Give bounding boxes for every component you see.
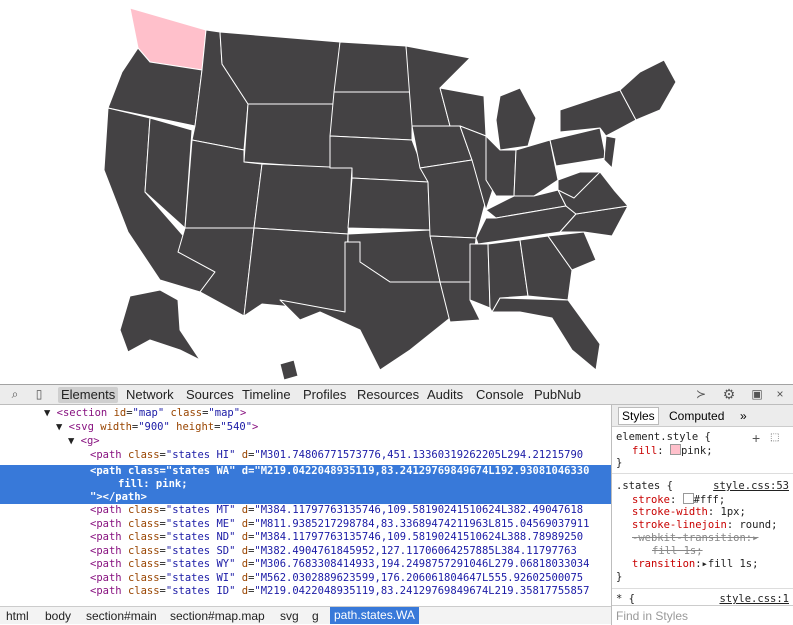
prop-transition[interactable]: transition:▸fill 1s; [632, 558, 758, 571]
ks-state[interactable] [347, 177, 431, 231]
white-swatch-icon[interactable] [682, 493, 694, 504]
dom-node-svg[interactable]: ▼ <svg width="900" height="540"> [0, 421, 611, 434]
ak-state[interactable] [119, 289, 201, 361]
tab-audits[interactable]: Audits [427, 387, 463, 403]
close-icon[interactable]: × [773, 387, 787, 401]
sd-state[interactable] [329, 91, 413, 141]
crumb-svg[interactable]: svg [280, 609, 299, 623]
crumb-section-map[interactable]: section#map.map [170, 609, 265, 623]
dom-node-path[interactable]: <path class="states ID" d="M219.04220489… [0, 585, 611, 598]
sidebar-tabs: Styles Computed » [612, 405, 793, 427]
states-group [103, 7, 677, 381]
dom-node-path[interactable]: <path class="states ME" d="M811.93852172… [0, 518, 611, 531]
co-state[interactable] [253, 163, 353, 235]
element-style-close: } [616, 457, 623, 469]
dom-node-g[interactable]: ▼ <g> [0, 435, 611, 448]
tab-styles[interactable]: Styles [618, 407, 659, 425]
wy-state[interactable] [243, 103, 335, 169]
fl-state[interactable] [491, 297, 601, 371]
us-map [0, 0, 793, 384]
execute-icon[interactable]: ≻ [694, 387, 708, 401]
nd-state[interactable] [333, 41, 413, 93]
breadcrumb: html body section#main section#map.map s… [0, 606, 611, 624]
crumb-g[interactable]: g [312, 609, 319, 623]
tab-profiles[interactable]: Profiles [303, 387, 346, 403]
states-close: } [616, 571, 623, 583]
element-style-selector: element.style { [616, 431, 711, 443]
dock-icon[interactable]: ▣ [750, 387, 764, 401]
more-tabs-icon[interactable]: » [740, 409, 747, 423]
tab-timeline[interactable]: Timeline [242, 387, 291, 403]
crumb-path-wa[interactable]: path.states.WA [330, 607, 419, 624]
prop-webkit-transition[interactable]: -webkit-transition:▸ [632, 532, 758, 545]
find-in-styles-input[interactable]: Find in Styles [612, 605, 793, 625]
prop-stroke-width[interactable]: stroke-width: 1px; [632, 506, 746, 519]
crumb-body[interactable]: body [45, 609, 71, 623]
ms-state[interactable] [469, 243, 491, 309]
dom-node-path[interactable]: <path class="states WY" d="M306.76833084… [0, 558, 611, 571]
hi-state[interactable] [279, 359, 299, 381]
pink-swatch-icon[interactable] [669, 444, 681, 455]
dom-node-section[interactable]: ▼ <section id="map" class="map"> [0, 407, 611, 420]
prop-stroke[interactable]: stroke: #fff; [632, 493, 725, 506]
prop-stroke-linejoin[interactable]: stroke-linejoin: round; [632, 519, 777, 532]
dom-node-path[interactable]: <path class="states WI" d="M562.03028896… [0, 572, 611, 585]
tab-pubnub[interactable]: PubNub [534, 387, 581, 403]
states-source-link[interactable]: style.css:53 [713, 480, 789, 492]
tab-elements[interactable]: Elements [58, 387, 119, 403]
device-icon[interactable]: ▯ [32, 387, 46, 401]
oh-state[interactable] [513, 139, 559, 197]
dom-node-inline-style: fill: pink; [118, 478, 188, 490]
mi-state[interactable] [495, 87, 537, 151]
crumb-html[interactable]: html [6, 609, 29, 623]
devtools-toolbar: ⌕ ▯ Elements Network Sources Timeline Pr… [0, 385, 793, 405]
prop-webkit-transition-value: fill 1s; [652, 545, 703, 557]
dom-node-path[interactable]: <path class="states MT" d="M384.11797763… [0, 504, 611, 517]
dom-node-path[interactable]: <path class="states HI" d="M301.74806771… [0, 449, 611, 462]
nj-state[interactable] [603, 135, 617, 169]
styles-sidebar: Styles Computed » element.style { + ⬚ fi… [611, 405, 793, 625]
gear-icon[interactable]: ⚙ [722, 386, 736, 402]
element-style-fill[interactable]: fill: pink; [632, 444, 713, 457]
add-rule-icon[interactable]: + [752, 430, 760, 446]
us-map-svg [103, 7, 677, 381]
dom-node-close-tag: "></path> [90, 491, 147, 503]
dom-node-path[interactable]: <path class="states ND" d="M384.11797763… [0, 531, 611, 544]
pa-state[interactable] [549, 127, 607, 167]
tab-sources[interactable]: Sources [186, 387, 234, 403]
tab-network[interactable]: Network [126, 387, 174, 403]
search-icon[interactable]: ⌕ [8, 387, 22, 401]
dom-node-path[interactable]: <path class="states SD" d="M382.49047618… [0, 545, 611, 558]
star-source-link[interactable]: style.css:1 [719, 593, 789, 605]
tab-resources[interactable]: Resources [357, 387, 419, 403]
crumb-section-main[interactable]: section#main [86, 609, 157, 623]
devtools-panel: ⌕ ▯ Elements Network Sources Timeline Pr… [0, 384, 793, 625]
tab-computed[interactable]: Computed [669, 409, 724, 423]
elements-tree[interactable]: ▼ <section id="map" class="map"> ▼ <svg … [0, 405, 611, 605]
tab-console[interactable]: Console [476, 387, 524, 403]
states-selector: .states { [616, 480, 673, 492]
toggle-state-icon[interactable]: ⬚ [770, 432, 779, 443]
dom-node-path[interactable]: <path class="states WA" d="M219.04220489… [0, 465, 611, 478]
